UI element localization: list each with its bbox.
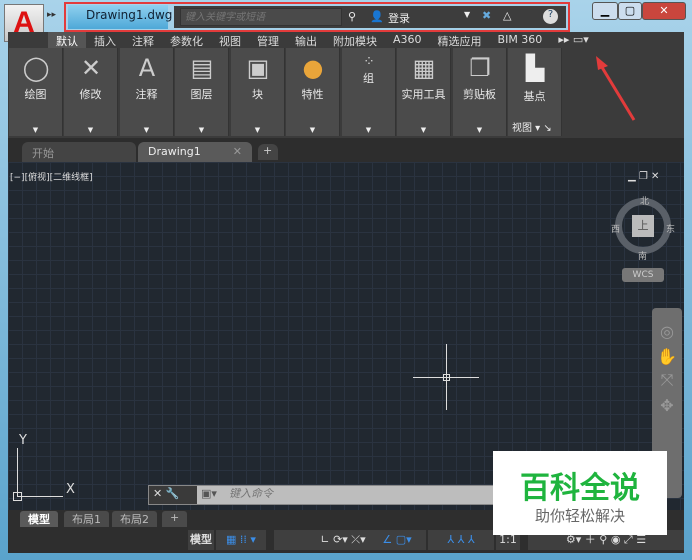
- tab-label: Drawing1: [148, 145, 201, 158]
- new-layout-button[interactable]: +: [162, 511, 188, 527]
- close-command-icon[interactable]: ✕: [153, 487, 162, 500]
- grid-toggle[interactable]: ▦ ⁞⁞ ▾: [216, 530, 266, 550]
- tab-start[interactable]: 开始: [22, 142, 136, 162]
- wcs-menu[interactable]: WCS: [622, 268, 664, 282]
- customize-wrench-icon[interactable]: 🔧: [166, 487, 180, 500]
- steering-wheel-icon[interactable]: ◎: [652, 322, 682, 341]
- ucs-x-axis: [17, 496, 63, 497]
- zoom-extents-icon[interactable]: ⤧: [652, 370, 682, 390]
- orbit-icon[interactable]: ✥: [652, 396, 682, 415]
- compass-west[interactable]: 西: [611, 222, 620, 235]
- command-prompt-icon[interactable]: ▣▾: [201, 487, 217, 500]
- watermark-title: 百科全说: [520, 471, 640, 506]
- tab-layout1[interactable]: 布局1: [64, 511, 109, 527]
- ucs-y-axis: [17, 448, 18, 496]
- pan-icon[interactable]: ✋: [652, 347, 682, 366]
- watermark-subtitle: 助你轻松解决: [534, 507, 625, 525]
- close-tab-icon[interactable]: ✕: [233, 145, 242, 158]
- crosshair-pickbox: [443, 374, 450, 381]
- isodraft-toggles[interactable]: ∠ ▢▾: [368, 530, 426, 550]
- ucs-x-label: X: [66, 482, 75, 497]
- annotation-scale-icons[interactable]: ⅄ ⅄ ⅄: [428, 530, 494, 550]
- tab-layout2[interactable]: 布局2: [112, 511, 157, 527]
- command-line-controls: ✕ 🔧: [149, 486, 197, 504]
- tab-model[interactable]: 模型: [20, 511, 58, 527]
- viewcube-top[interactable]: 上: [632, 215, 654, 237]
- compass-east[interactable]: 东: [666, 222, 675, 235]
- command-line: ✕ 🔧 ▣▾: [148, 485, 528, 505]
- ucs-y-label: Y: [19, 433, 27, 448]
- compass-south[interactable]: 南: [638, 249, 647, 262]
- compass-north[interactable]: 北: [640, 194, 649, 207]
- ucs-origin-icon: [13, 492, 22, 501]
- command-input[interactable]: [229, 488, 509, 500]
- new-tab-button[interactable]: +: [258, 144, 278, 160]
- model-space-button[interactable]: 模型: [188, 530, 214, 550]
- watermark: 百科全说 助你轻松解决: [493, 451, 667, 535]
- viewport-window-controls[interactable]: ▁ ❐ ✕: [628, 171, 659, 182]
- viewport-controls[interactable]: [−][俯视][二维线框]: [10, 170, 93, 183]
- tab-drawing1[interactable]: Drawing1 ✕: [138, 142, 252, 162]
